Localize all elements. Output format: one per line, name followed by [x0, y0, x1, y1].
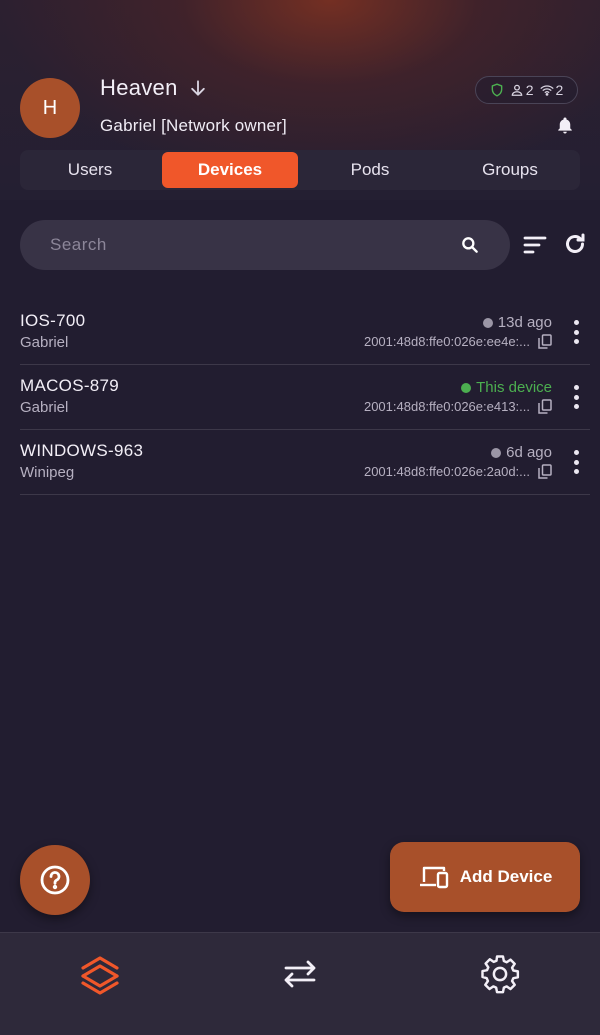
refresh-icon[interactable]: [563, 232, 587, 256]
device-list: IOS-700 Gabriel 13d ago 2001:48d8:ffe0:0…: [20, 300, 590, 495]
network-name: Heaven: [100, 75, 178, 100]
more-options-icon[interactable]: [568, 320, 584, 344]
device-status-text: This device: [476, 379, 552, 396]
device-status-text: 6d ago: [506, 444, 552, 461]
nav-settings[interactable]: [400, 933, 600, 1015]
more-options-icon[interactable]: [568, 450, 584, 474]
network-stats-badge[interactable]: 2 2: [475, 76, 578, 104]
more-options-icon[interactable]: [568, 385, 584, 409]
status-dot: [491, 447, 502, 458]
device-address: 2001:48d8:ffe0:026e:ee4e:...: [364, 334, 552, 349]
wifi-icon: [540, 85, 553, 96]
transfer-icon: [284, 960, 316, 988]
device-row[interactable]: WINDOWS-963 Winipeg 6d ago 2001:48d8:ffe…: [20, 430, 590, 495]
shield-icon: [491, 83, 503, 97]
settings-gear-icon: [481, 955, 520, 994]
device-status-text: 13d ago: [497, 314, 552, 331]
nav-network[interactable]: [0, 933, 200, 1015]
bottom-nav: [0, 932, 600, 1035]
device-name: IOS-700: [20, 311, 86, 330]
tab-devices[interactable]: Devices: [162, 152, 298, 188]
search-icon[interactable]: [460, 235, 480, 255]
device-address-text: 2001:48d8:ffe0:026e:e413:...: [363, 399, 530, 414]
devices-screen: H Heaven Gabriel [Network owner] 2 2 Use…: [0, 0, 600, 1035]
device-row[interactable]: IOS-700 Gabriel 13d ago 2001:48d8:ffe0:0…: [20, 300, 590, 365]
owner-label: Gabriel [Network owner]: [100, 116, 287, 135]
section-tabs: Users Devices Pods Groups: [20, 150, 580, 190]
help-icon: [40, 865, 70, 895]
add-device-button[interactable]: Add Device: [390, 842, 580, 912]
device-address: 2001:48d8:ffe0:026e:2a0d:...: [364, 464, 552, 479]
device-owner: Gabriel: [20, 334, 69, 351]
device-address-text: 2001:48d8:ffe0:026e:ee4e:...: [363, 334, 530, 349]
arrow-down-icon: [190, 80, 205, 96]
users-count: 2: [510, 82, 534, 98]
device-owner: Gabriel: [20, 399, 69, 416]
copy-icon[interactable]: [538, 334, 552, 349]
device-owner: Winipeg: [20, 464, 75, 481]
tab-users[interactable]: Users: [20, 152, 160, 188]
network-layers-icon: [81, 956, 119, 995]
device-status: 6d ago: [491, 444, 552, 461]
search-bar: [20, 220, 510, 270]
add-device-label: Add Device: [459, 867, 553, 886]
device-name: MACOS-879: [20, 376, 120, 395]
devices-count-value: 2: [555, 82, 564, 98]
users-count-value: 2: [525, 82, 534, 98]
status-dot: [482, 317, 493, 328]
device-status: 13d ago: [482, 314, 552, 331]
person-icon: [511, 84, 523, 96]
tab-groups[interactable]: Groups: [440, 152, 580, 188]
devices-icon: [419, 866, 448, 889]
status-dot: [461, 382, 472, 393]
help-button[interactable]: [20, 845, 90, 915]
device-name: WINDOWS-963: [20, 441, 144, 460]
device-row[interactable]: MACOS-879 Gabriel This device 2001:48d8:…: [20, 365, 590, 430]
network-switcher[interactable]: Heaven: [100, 75, 208, 101]
avatar-initial: H: [42, 96, 58, 119]
device-address-text: 2001:48d8:ffe0:026e:2a0d:...: [363, 464, 530, 479]
device-address: 2001:48d8:ffe0:026e:e413:...: [364, 399, 552, 414]
device-status: This device: [461, 379, 552, 396]
search-input[interactable]: [50, 235, 460, 255]
sort-icon[interactable]: [522, 233, 548, 257]
copy-icon[interactable]: [538, 464, 552, 479]
network-avatar[interactable]: H: [20, 78, 80, 138]
tab-pods[interactable]: Pods: [300, 152, 440, 188]
devices-count: 2: [540, 82, 564, 98]
bell-icon[interactable]: [556, 116, 574, 134]
copy-icon[interactable]: [538, 399, 552, 414]
nav-transfer[interactable]: [200, 933, 400, 1015]
